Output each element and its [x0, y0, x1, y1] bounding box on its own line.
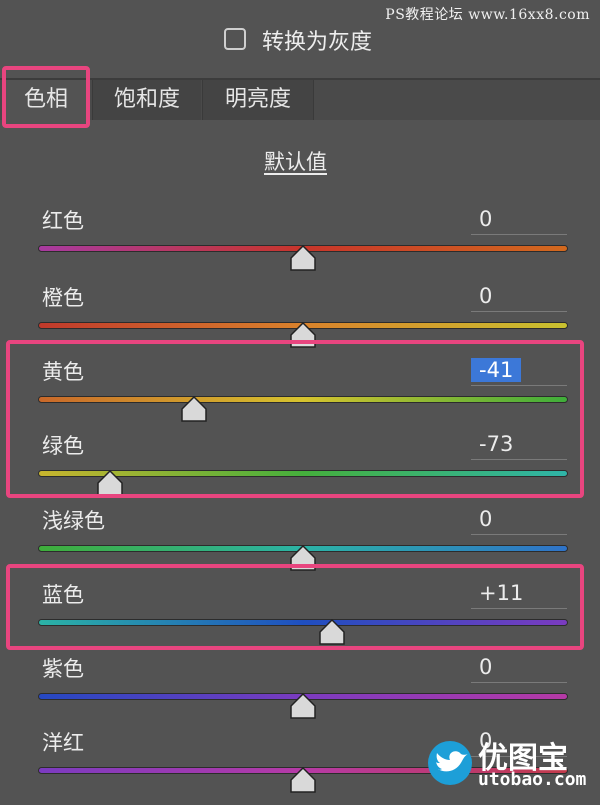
slider-value-input[interactable]: 0 [471, 505, 567, 535]
slider-thumb[interactable] [319, 619, 345, 645]
slider-row: 蓝色 +11 [0, 579, 600, 651]
grayscale-checkbox[interactable] [224, 28, 246, 50]
slider-value-text: -73 [479, 432, 514, 456]
slider-label: 蓝色 [42, 583, 84, 607]
slider-label: 绿色 [42, 434, 84, 458]
slider-row: 黄色 -41 [0, 356, 600, 428]
grayscale-bar: 转换为灰度 [0, 0, 600, 78]
slider-value-text: 0 [479, 284, 493, 308]
slider-row: 橙色 0 [0, 282, 600, 354]
tab-saturation[interactable]: 饱和度 [92, 80, 201, 120]
slider-thumb[interactable] [290, 322, 316, 348]
grayscale-label: 转换为灰度 [262, 30, 373, 55]
slider-row: 红色 0 [0, 205, 600, 277]
slider-label: 洋红 [42, 731, 84, 755]
default-link[interactable]: 默认值 [264, 146, 327, 176]
slider-thumb[interactable] [290, 693, 316, 719]
slider-value-input[interactable]: 0 [471, 653, 567, 683]
slider-value-text: +11 [479, 581, 524, 605]
slider-thumb[interactable] [290, 245, 316, 271]
slider-label: 紫色 [42, 657, 84, 681]
slider-thumb[interactable] [96, 470, 123, 496]
tab-luminance[interactable]: 明亮度 [202, 80, 314, 120]
slider-value-input[interactable]: 0 [471, 282, 567, 312]
slider-thumb[interactable] [290, 545, 316, 571]
slider-value-input[interactable]: -73 [471, 430, 567, 460]
slider-thumb[interactable] [290, 767, 316, 793]
tab-bar: 色相 饱和度 明亮度 [0, 78, 600, 120]
slider-track[interactable] [38, 619, 568, 626]
slider-track[interactable] [38, 396, 568, 403]
slider-label: 橙色 [42, 286, 84, 310]
slider-label: 浅绿色 [42, 509, 105, 533]
slider-value-text: -41 [471, 358, 522, 382]
bird-logo-icon [428, 741, 472, 785]
slider-value-input[interactable]: +11 [471, 579, 567, 609]
slider-value-text: 0 [479, 207, 493, 231]
slider-label: 黄色 [42, 360, 84, 384]
slider-value-input[interactable]: -41 [471, 356, 567, 386]
slider-row: 紫色 0 [0, 653, 600, 725]
brand-url: utobao.com [478, 769, 587, 790]
slider-value-text: 0 [479, 507, 493, 531]
brand-watermark: 优图宝 utobao.com [426, 727, 586, 797]
slider-label: 红色 [42, 209, 84, 233]
slider-row: 绿色 -73 [0, 430, 600, 502]
slider-value-input[interactable]: 0 [471, 205, 567, 235]
slider-value-text: 0 [479, 655, 493, 679]
slider-thumb[interactable] [181, 396, 208, 422]
slider-row: 浅绿色 0 [0, 505, 600, 577]
tab-hue[interactable]: 色相 [4, 80, 88, 120]
